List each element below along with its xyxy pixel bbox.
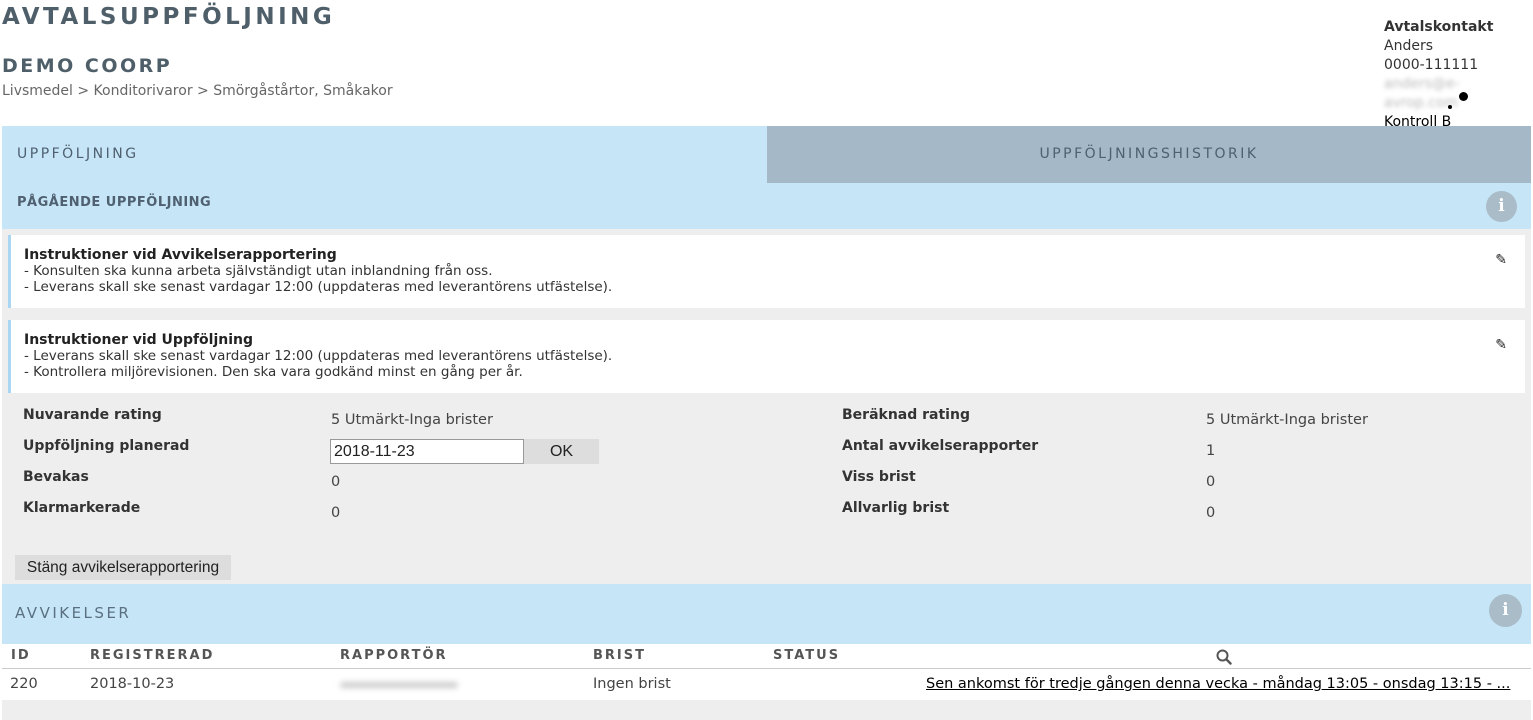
cleared-value: 0 bbox=[331, 505, 341, 521]
tab-uppfoljning[interactable]: UPPFÖLJNING bbox=[2, 126, 767, 183]
edit-pencil-icon[interactable]: ✎ bbox=[1495, 337, 1507, 353]
instructions-title: Instruktioner vid Avvikelserapportering bbox=[24, 247, 337, 263]
row-description-link[interactable]: Sen ankomst för tredje gången denna veck… bbox=[926, 676, 1510, 692]
instructions-followup: Instruktioner vid Uppföljning - Leverans… bbox=[8, 320, 1525, 393]
edit-pencil-icon[interactable]: ✎ bbox=[1495, 252, 1507, 268]
contact-phone: 0000-111111 bbox=[1384, 57, 1479, 73]
ongoing-section-header: PÅGÅENDE UPPFÖLJNING i bbox=[2, 183, 1531, 229]
cleared-label: Klarmarkerade bbox=[23, 500, 141, 516]
planned-followup-label: Uppföljning planerad bbox=[23, 438, 190, 454]
planned-date-input[interactable] bbox=[330, 439, 524, 464]
table-header: ID REGISTRERAD RAPPORTÖR BRIST STATUS bbox=[2, 644, 1531, 669]
row-registered: 2018-10-23 bbox=[90, 676, 175, 692]
current-rating-label: Nuvarande rating bbox=[23, 407, 162, 423]
contact-title: Avtalskontakt bbox=[1384, 19, 1494, 35]
contact-name: Anders bbox=[1384, 38, 1433, 54]
row-reporter-redacted bbox=[340, 682, 458, 688]
instructions-deviation-reporting: Instruktioner vid Avvikelserapportering … bbox=[8, 235, 1525, 308]
tab-bar: UPPFÖLJNING UPPFÖLJNINGSHISTORIK bbox=[2, 126, 1531, 183]
column-header-id[interactable]: ID bbox=[11, 648, 31, 663]
instructions-line: - Leverans skall ske senast vardagar 12:… bbox=[24, 348, 613, 364]
instructions-line: - Konsulten ska kunna arbeta självständi… bbox=[24, 263, 493, 279]
column-header-registered[interactable]: REGISTRERAD bbox=[90, 648, 214, 663]
table-footer bbox=[2, 700, 1531, 720]
column-header-status[interactable]: STATUS bbox=[773, 648, 840, 663]
watching-value: 0 bbox=[331, 474, 341, 490]
search-icon[interactable] bbox=[1216, 649, 1232, 665]
cursor-dot-small bbox=[1448, 105, 1452, 109]
row-flaw: Ingen brist bbox=[593, 676, 671, 692]
ok-button[interactable]: OK bbox=[524, 439, 599, 464]
contact-block: Avtalskontakt Anders 0000-111111 anders@… bbox=[1384, 18, 1533, 132]
report-count-label: Antal avvikelserapporter bbox=[842, 438, 1039, 454]
computed-rating-value: 5 Utmärkt-Inga brister bbox=[1206, 412, 1368, 428]
cursor-dot bbox=[1459, 92, 1468, 101]
deviations-section-title: AVVIKELSER bbox=[15, 604, 132, 622]
serious-flaw-value: 0 bbox=[1206, 505, 1216, 521]
some-flaw-value: 0 bbox=[1206, 474, 1216, 490]
table-row[interactable]: 220 2018-10-23 Ingen brist Sen ankomst f… bbox=[2, 669, 1531, 700]
tab-uppfoljningshistorik[interactable]: UPPFÖLJNINGSHISTORIK bbox=[767, 126, 1531, 183]
info-icon[interactable]: i bbox=[1486, 191, 1517, 222]
instructions-line: - Leverans skall ske senast vardagar 12:… bbox=[24, 279, 613, 295]
ongoing-section-title: PÅGÅENDE UPPFÖLJNING bbox=[17, 195, 212, 210]
some-flaw-label: Viss brist bbox=[842, 469, 916, 485]
info-icon[interactable]: i bbox=[1489, 594, 1522, 627]
computed-rating-label: Beräknad rating bbox=[842, 407, 970, 423]
column-header-reporter[interactable]: RAPPORTÖR bbox=[340, 648, 448, 663]
breadcrumb: Livsmedel > Konditorivaror > Smörgåstårt… bbox=[2, 83, 393, 99]
column-header-flaw[interactable]: BRIST bbox=[593, 648, 646, 663]
deviations-section-header: AVVIKELSER i bbox=[2, 584, 1531, 644]
report-count-value: 1 bbox=[1206, 443, 1216, 459]
watching-label: Bevakas bbox=[23, 469, 89, 485]
serious-flaw-label: Allvarlig brist bbox=[842, 500, 950, 516]
current-rating-value: 5 Utmärkt-Inga brister bbox=[331, 412, 493, 428]
instructions-line: - Kontrollera miljörevisionen. Den ska v… bbox=[24, 364, 523, 380]
company-name: DEMO COORP bbox=[2, 55, 173, 77]
close-deviation-reporting-button[interactable]: Stäng avvikelserapportering bbox=[15, 555, 231, 580]
app-title: AVTALSUPPFÖLJNING bbox=[2, 4, 336, 30]
instructions-title: Instruktioner vid Uppföljning bbox=[24, 332, 254, 348]
row-id: 220 bbox=[10, 676, 38, 692]
